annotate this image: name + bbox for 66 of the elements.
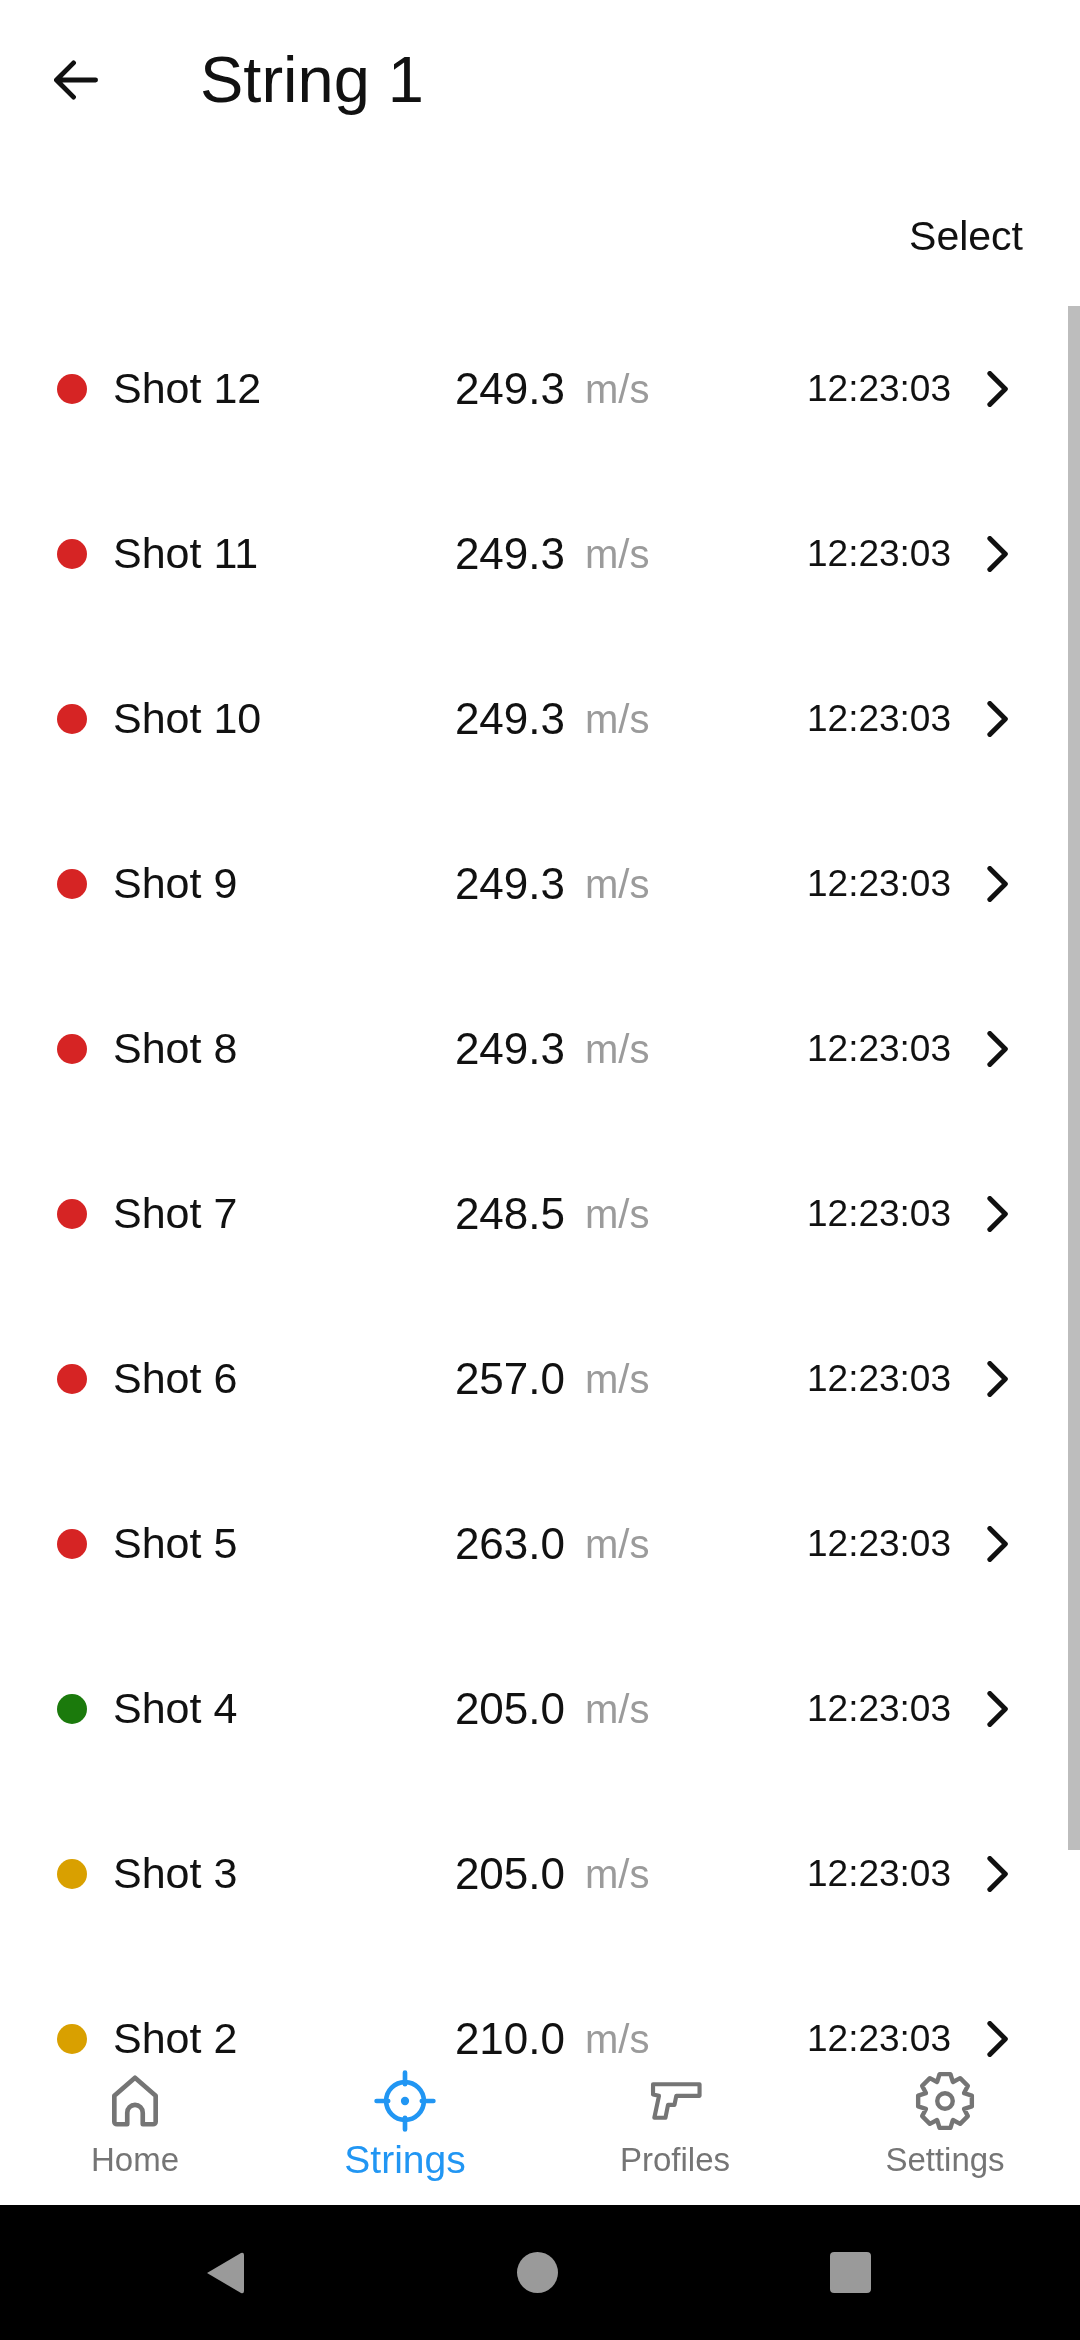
- speed-value: 263.0: [454, 1518, 565, 1568]
- nav-tab[interactable]: Strings: [344, 2070, 466, 2188]
- speed-unit: m/s: [585, 1356, 650, 1401]
- speed-value: 248.5: [454, 1188, 565, 1238]
- nav-tab[interactable]: Home: [91, 2070, 179, 2188]
- chevron-right-icon[interactable]: [986, 1195, 1010, 1232]
- shot-name: Shot 8: [113, 1024, 238, 1072]
- speed-value: 210.0: [454, 2013, 565, 2062]
- chevron-right-icon[interactable]: [986, 1360, 1010, 1397]
- system-home-icon[interactable]: [516, 2252, 558, 2293]
- shot-time: 12:23:03: [807, 698, 952, 739]
- shot-name: Shot 11: [113, 529, 259, 577]
- shot-name: Shot 7: [113, 1189, 238, 1237]
- speed-unit: m/s: [585, 1026, 650, 1071]
- shot-name: Shot 12: [113, 364, 262, 412]
- shot-time: 12:23:03: [807, 863, 952, 904]
- shot-time: 12:23:03: [807, 1028, 952, 1069]
- shot-time: 12:23:03: [807, 533, 952, 574]
- shot-name: Shot 3: [113, 1849, 238, 1897]
- nav-tab[interactable]: Settings: [885, 2070, 1005, 2188]
- shot-name: Shot 5: [113, 1519, 238, 1567]
- speed-value: 257.0: [454, 1353, 565, 1403]
- shot-name: Shot 6: [113, 1354, 238, 1402]
- speed-unit: m/s: [585, 696, 650, 741]
- speed-unit: m/s: [585, 1521, 650, 1566]
- speed-value: 205.0: [454, 1683, 565, 1733]
- shot-time: 12:23:03: [807, 1358, 952, 1399]
- shot-name: Shot 10: [113, 694, 262, 742]
- speed-unit: m/s: [585, 1851, 650, 1896]
- chevron-right-icon[interactable]: [986, 1690, 1010, 1727]
- speed-unit: m/s: [585, 2016, 650, 2061]
- shot-time: 12:23:03: [807, 2018, 952, 2059]
- shot-time: 12:23:03: [807, 1853, 952, 1894]
- speed-value: 249.3: [454, 858, 565, 908]
- speed-unit: m/s: [585, 1191, 650, 1236]
- chevron-right-icon[interactable]: [986, 2020, 1010, 2057]
- shot-time: 12:23:03: [807, 1523, 952, 1564]
- chevron-right-icon[interactable]: [986, 1525, 1010, 1562]
- settings-icon: [914, 2070, 976, 2132]
- chevron-right-icon[interactable]: [986, 535, 1010, 572]
- screen-title: String 1: [200, 42, 424, 118]
- nav-tab[interactable]: Profiles: [619, 2070, 730, 2188]
- speed-unit: m/s: [585, 531, 650, 576]
- chevron-right-icon[interactable]: [986, 1030, 1010, 1067]
- shot-time: 12:23:03: [807, 368, 952, 409]
- select-button[interactable]: Select: [909, 212, 1023, 262]
- speed-value: 249.3: [454, 693, 565, 743]
- shot-time: 12:23:03: [807, 1193, 952, 1234]
- shot-name: Shot 2: [113, 2014, 238, 2062]
- shot-time: 12:23:03: [807, 1688, 952, 1729]
- crosshair-icon: [374, 2070, 436, 2132]
- chevron-right-icon[interactable]: [986, 1855, 1010, 1892]
- speed-unit: m/s: [585, 366, 650, 411]
- speed-value: 249.3: [454, 528, 565, 578]
- system-recents-icon[interactable]: [829, 2252, 871, 2293]
- back-arrow-icon[interactable]: [54, 60, 98, 100]
- speed-value: 249.3: [454, 363, 565, 413]
- speed-unit: m/s: [585, 861, 650, 906]
- speed-unit: m/s: [585, 1686, 650, 1731]
- chevron-right-icon[interactable]: [986, 865, 1010, 902]
- chevron-right-icon[interactable]: [986, 700, 1010, 737]
- shot-name: Shot 9: [113, 859, 238, 907]
- speed-value: 249.3: [454, 1023, 565, 1073]
- shot-name: Shot 4: [113, 1684, 238, 1732]
- chevron-right-icon[interactable]: [986, 370, 1010, 407]
- speed-value: 205.0: [454, 1848, 565, 1898]
